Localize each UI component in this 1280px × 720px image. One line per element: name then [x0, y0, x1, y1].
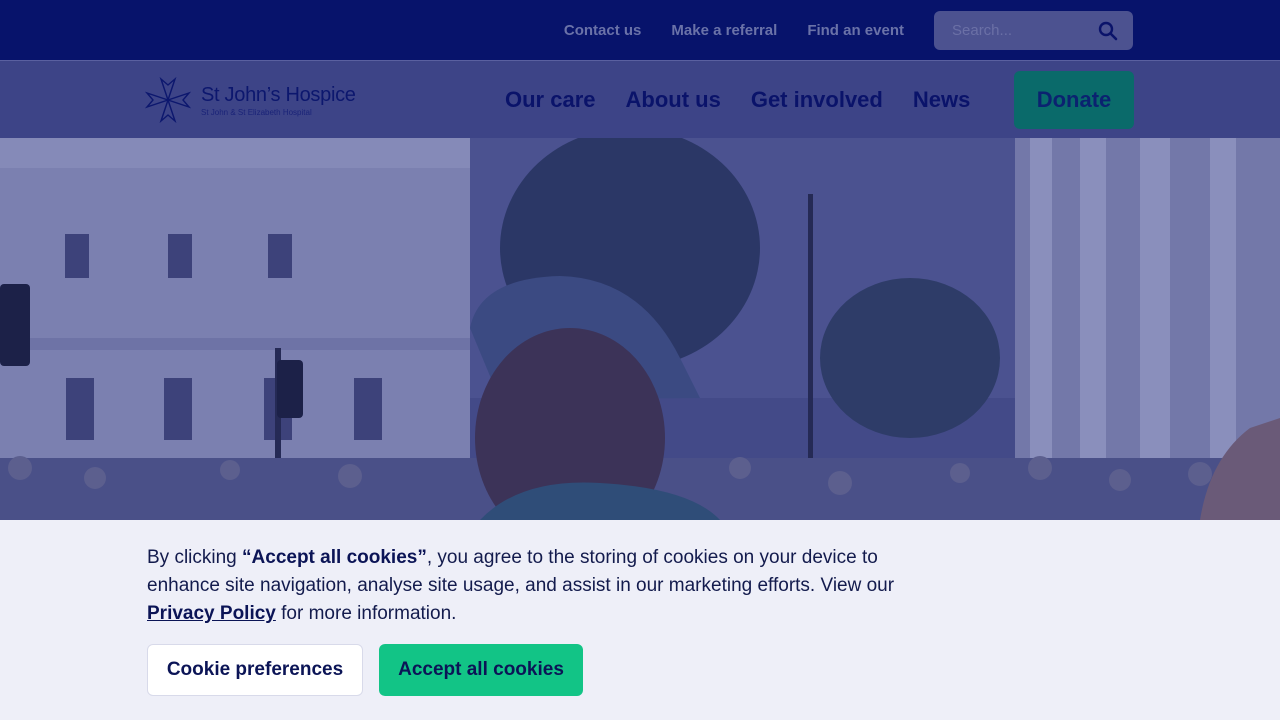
cookie-banner: By clicking “Accept all cookies”, you ag… — [0, 520, 1280, 720]
make-referral-link[interactable]: Make a referral — [671, 22, 777, 39]
nav-news[interactable]: News — [913, 87, 970, 113]
search-icon[interactable] — [1097, 20, 1119, 42]
cookie-text-before: By clicking — [147, 547, 243, 568]
logo-title: St John’s Hospice — [201, 83, 356, 106]
cookie-preferences-button[interactable]: Cookie preferences — [147, 644, 363, 696]
hero-image — [0, 138, 1280, 520]
nav-about-us[interactable]: About us — [626, 87, 721, 113]
find-event-link[interactable]: Find an event — [807, 22, 904, 39]
contact-us-link[interactable]: Contact us — [564, 22, 642, 39]
utility-bar: Contact us Make a referral Find an event — [0, 0, 1280, 60]
nav-our-care[interactable]: Our care — [505, 87, 596, 113]
search-input[interactable] — [952, 22, 1097, 39]
hero-photo — [0, 138, 1280, 520]
logo-text: St John’s Hospice St John & St Elizabeth… — [201, 84, 356, 117]
utility-links: Contact us Make a referral Find an event — [564, 0, 904, 60]
nav-get-involved[interactable]: Get involved — [751, 87, 883, 113]
maltese-cross-icon — [145, 76, 191, 124]
cookie-message: By clicking “Accept all cookies”, you ag… — [147, 544, 927, 628]
search-box — [934, 11, 1133, 50]
site-logo[interactable]: St John’s Hospice St John & St Elizabeth… — [145, 75, 356, 125]
cookie-text-after: for more information. — [275, 603, 457, 624]
logo-subtitle: St John & St Elizabeth Hospital — [201, 107, 312, 117]
primary-links: Our care About us Get involved News — [505, 61, 970, 139]
donate-button[interactable]: Donate — [1014, 71, 1134, 129]
main-navigation: St John’s Hospice St John & St Elizabeth… — [0, 60, 1280, 138]
accept-all-cookies-button[interactable]: Accept all cookies — [379, 644, 583, 696]
privacy-policy-link[interactable]: Privacy Policy — [147, 603, 276, 624]
cookie-text-bold: “Accept all cookies” — [242, 547, 427, 568]
